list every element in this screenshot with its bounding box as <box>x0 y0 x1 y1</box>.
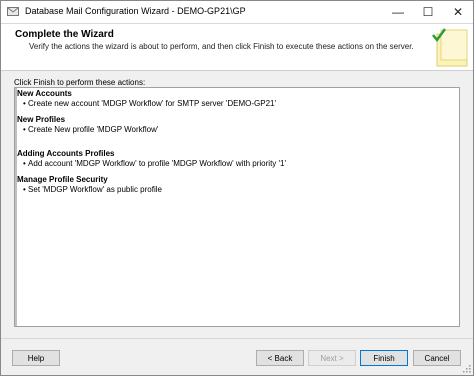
minimize-button[interactable]: — <box>383 1 413 23</box>
actions-list: New Accounts • Create new account 'MDGP … <box>14 87 460 327</box>
footer-divider <box>1 338 473 339</box>
section-new-profiles: New Profiles <box>17 115 66 124</box>
close-icon: ✕ <box>452 5 464 19</box>
page-title: Complete the Wizard <box>15 29 114 40</box>
list-item: • Create new account 'MDGP Workflow' for… <box>23 99 276 108</box>
finish-button[interactable]: Finish <box>360 350 408 366</box>
list-item: • Create New profile 'MDGP Workflow' <box>23 125 159 134</box>
wizard-header: Complete the Wizard Verify the actions t… <box>1 24 473 71</box>
minimize-icon: — <box>392 5 404 19</box>
section-adding-accounts-profiles: Adding Accounts Profiles <box>17 149 115 158</box>
wizard-window: Database Mail Configuration Wizard - DEM… <box>0 0 474 376</box>
maximize-button[interactable]: ☐ <box>413 1 443 23</box>
back-button[interactable]: < Back <box>256 350 304 366</box>
actions-prompt: Click Finish to perform these actions: <box>14 78 146 87</box>
window-title: Database Mail Configuration Wizard - DEM… <box>25 6 246 16</box>
wizard-checkmark-icon <box>432 28 468 67</box>
page-subtitle: Verify the actions the wizard is about t… <box>29 42 414 51</box>
section-manage-profile-security: Manage Profile Security <box>17 175 108 184</box>
list-item: • Set 'MDGP Workflow' as public profile <box>23 185 162 194</box>
list-item: • Add account 'MDGP Workflow' to profile… <box>23 159 287 168</box>
close-button[interactable]: ✕ <box>443 1 473 23</box>
cancel-button[interactable]: Cancel <box>413 350 461 366</box>
maximize-icon: ☐ <box>422 5 434 19</box>
section-new-accounts: New Accounts <box>17 89 72 98</box>
database-mail-icon <box>7 7 19 16</box>
resize-grip-icon[interactable] <box>463 365 471 373</box>
next-button[interactable]: Next > <box>308 350 356 366</box>
title-bar: Database Mail Configuration Wizard - DEM… <box>1 1 473 24</box>
help-button[interactable]: Help <box>12 350 60 366</box>
